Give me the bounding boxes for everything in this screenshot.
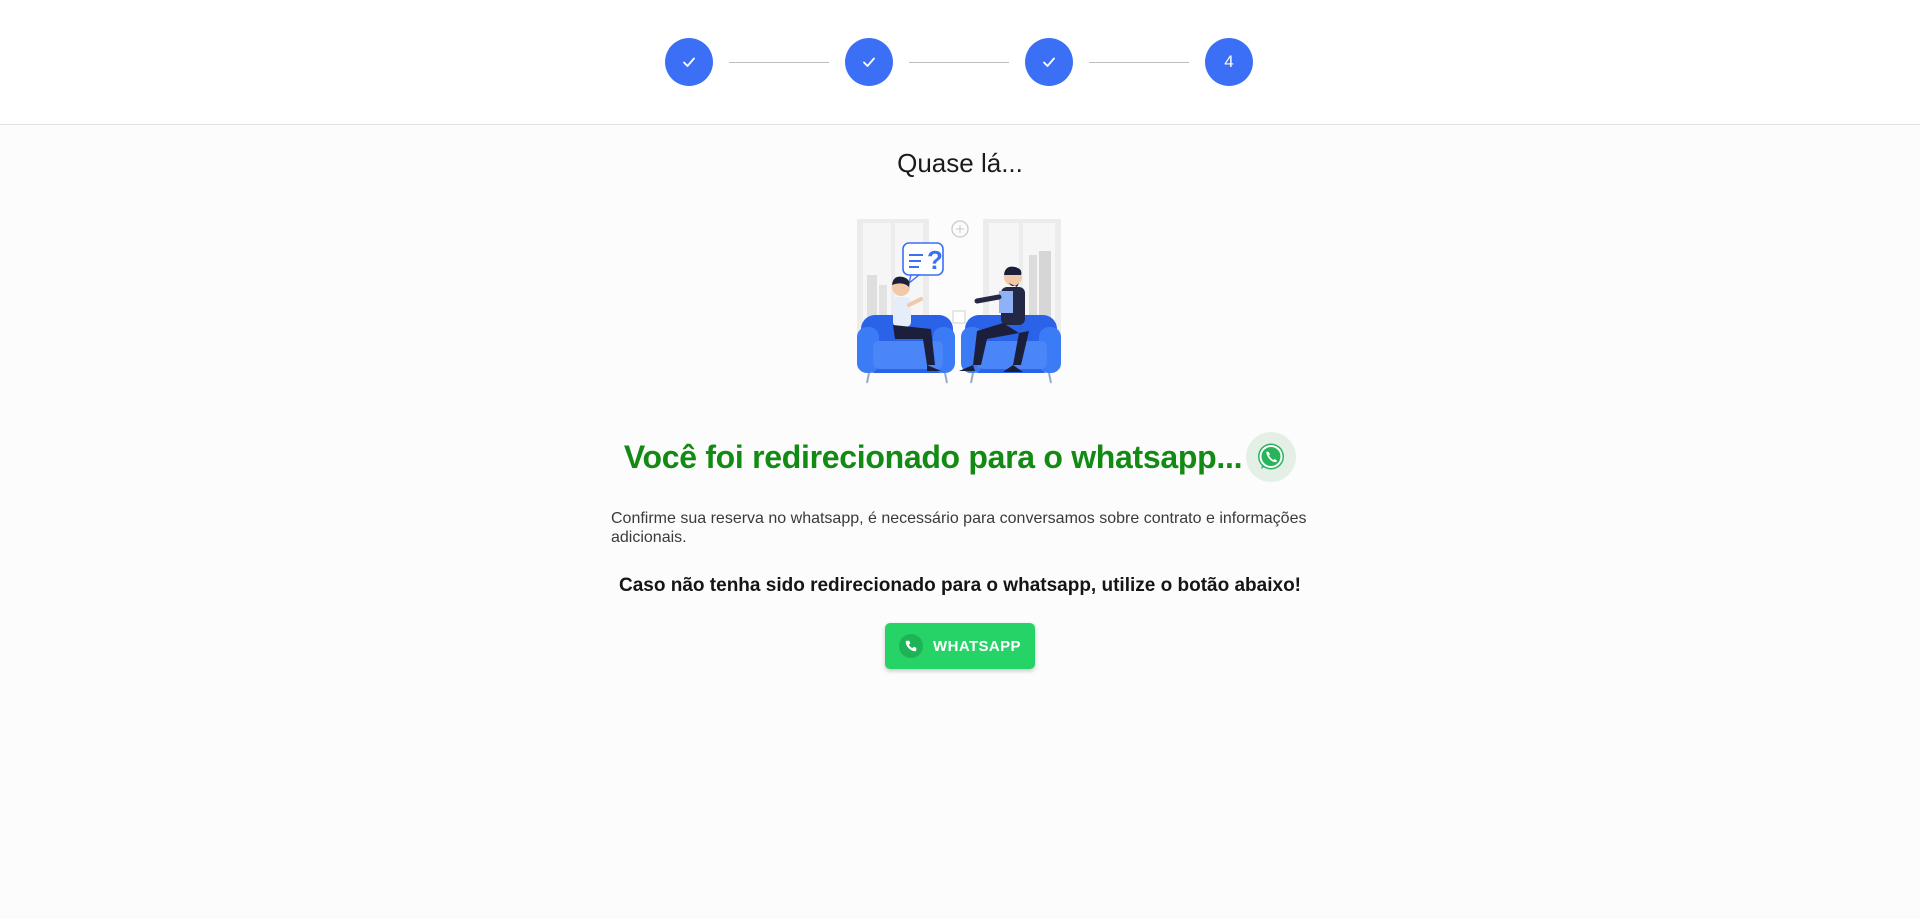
- whatsapp-button[interactable]: WHATSAPP: [885, 623, 1035, 669]
- step-connector: [909, 61, 1009, 63]
- phone-icon: [899, 634, 924, 658]
- stepper-bar: 4: [0, 0, 1920, 125]
- redirect-notice: Caso não tenha sido redirecionado para o…: [619, 575, 1301, 596]
- step-number: 4: [1224, 52, 1234, 71]
- headline-text: Você foi redirecionado para o whatsapp..…: [623, 438, 1243, 475]
- progress-stepper: 4: [665, 38, 1253, 86]
- confirmation-description: Confirme sua reserva no whatsapp, é nece…: [611, 510, 1307, 546]
- step-2-completed: [845, 38, 893, 86]
- svg-text:?: ?: [927, 245, 943, 275]
- step-3-completed: [1025, 38, 1073, 86]
- check-icon: [683, 57, 695, 67]
- whatsapp-button-label: WHATSAPP: [933, 637, 1021, 655]
- check-icon: [1043, 57, 1055, 67]
- step-connector: [1089, 61, 1189, 63]
- step-1-completed: [665, 38, 713, 86]
- check-icon: [863, 57, 875, 67]
- page-subtitle: Quase lá...: [897, 148, 1023, 178]
- whatsapp-icon: [1246, 432, 1297, 482]
- step-connector: [729, 61, 829, 63]
- redirect-headline: Você foi redirecionado para o whatsapp..…: [0, 432, 1920, 482]
- two-people-conversation-illustration: ?: [857, 219, 1061, 384]
- step-4-current: 4: [1205, 38, 1253, 86]
